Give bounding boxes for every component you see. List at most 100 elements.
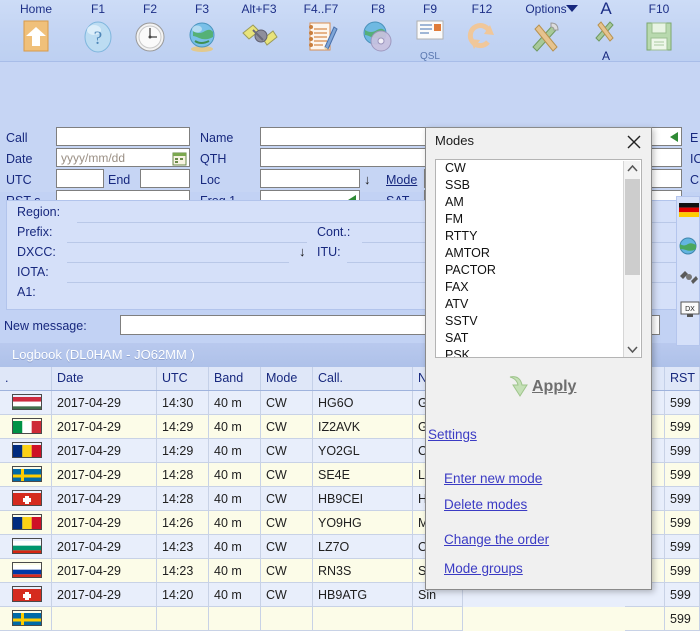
toolbar-button-f12[interactable]: F12	[456, 0, 508, 62]
close-icon[interactable]	[623, 132, 645, 152]
toolbar-key-f2: F2	[142, 2, 157, 16]
home-icon	[6, 19, 66, 61]
mode-item[interactable]: SAT	[436, 330, 641, 347]
delete-modes-link[interactable]: Delete modes	[444, 497, 527, 512]
info-row-a1: A1:	[17, 285, 36, 305]
cell-name_tail	[625, 607, 665, 631]
calendar-icon[interactable]	[172, 151, 187, 169]
save-disk-icon	[628, 19, 690, 61]
table-row[interactable]: 599	[0, 607, 700, 631]
toolbar-button-f3[interactable]: F3	[176, 0, 228, 62]
toolbar-button-f8[interactable]: F8	[352, 0, 404, 62]
toolbar-button-font[interactable]: A A	[584, 0, 628, 63]
date-input[interactable]: yyyy/mm/dd	[56, 148, 190, 167]
mode-item[interactable]: ATV	[436, 296, 641, 313]
change-order-link[interactable]: Change the order	[444, 532, 549, 547]
german-flag-icon[interactable]	[679, 203, 699, 223]
modes-listbox[interactable]: CW SSB AM FM RTTY AMTOR PACTOR FAX ATV SSTV SAT PSK	[435, 159, 642, 358]
enter-new-mode-link[interactable]: Enter new mode	[444, 471, 542, 486]
label-name: Name	[200, 131, 234, 145]
toolbar-button-f10[interactable]: F10	[628, 0, 690, 62]
label-call: Call	[6, 131, 28, 145]
info-label-iota: IOTA:	[17, 265, 49, 279]
info-label-cont: Cont.:	[317, 225, 351, 239]
toolbar-button-alt-f3[interactable]: Alt+F3	[228, 0, 290, 62]
column-header[interactable]: Call.	[313, 367, 413, 390]
modes-dialog-titlebar[interactable]: Modes	[426, 128, 651, 156]
mode-item[interactable]: SSB	[436, 177, 641, 194]
toolbar-button-options[interactable]: Options	[508, 0, 584, 62]
globe-icon[interactable]	[679, 237, 699, 257]
cell-band: 40 m	[209, 487, 261, 511]
call-input[interactable]	[56, 127, 190, 146]
info-label-prefix: Prefix:	[17, 225, 53, 239]
cell-call: HB9CEI	[313, 487, 413, 511]
info-label-dxcc: DXCC:	[17, 245, 56, 259]
scroll-down-icon[interactable]	[624, 341, 641, 357]
side-icon-strip: DX	[676, 196, 700, 346]
country-flag-icon	[0, 391, 52, 415]
label-right-0: E	[690, 131, 699, 145]
column-header[interactable]: .	[0, 367, 52, 390]
mode-item[interactable]: PSK	[436, 347, 641, 357]
column-header[interactable]: Mode	[261, 367, 313, 390]
label-utc: UTC	[6, 173, 32, 187]
cell-date: 2017-04-29	[52, 559, 157, 583]
mode-item[interactable]: AMTOR	[436, 245, 641, 262]
mode-item[interactable]: FM	[436, 211, 641, 228]
end-input[interactable]	[140, 169, 190, 188]
cell-utc: 14:23	[157, 559, 209, 583]
mode-groups-link[interactable]: Mode groups	[444, 561, 523, 576]
new-message-label: New message:	[4, 319, 87, 333]
country-flag-icon	[0, 511, 52, 535]
mode-item[interactable]: PACTOR	[436, 262, 641, 279]
mode-item[interactable]: FAX	[436, 279, 641, 296]
svg-text:?: ?	[94, 28, 102, 49]
spin-left-icon[interactable]	[670, 132, 678, 142]
cell-utc: 14:23	[157, 535, 209, 559]
cell-rst: 599	[665, 607, 700, 631]
down-arrow-icon[interactable]: ↓	[299, 244, 306, 259]
satellite-icon[interactable]	[679, 269, 699, 289]
cell-mode: CW	[261, 439, 313, 463]
cell-rst: 599	[665, 559, 700, 583]
label-loc: Loc	[200, 173, 221, 187]
chevron-down-icon[interactable]	[566, 5, 578, 12]
scrollbar-thumb[interactable]	[625, 179, 640, 275]
notepad-pencil-icon	[290, 19, 352, 61]
toolbar-button-home[interactable]: Home	[6, 0, 66, 62]
apply-button[interactable]: Apply	[426, 373, 651, 407]
column-header[interactable]: UTC	[157, 367, 209, 390]
globe-icon	[176, 19, 228, 61]
column-header[interactable]: Band	[209, 367, 261, 390]
cell-mode: CW	[261, 511, 313, 535]
date-placeholder: yyyy/mm/dd	[61, 151, 126, 165]
column-header[interactable]: Date	[52, 367, 157, 390]
mode-item[interactable]: AM	[436, 194, 641, 211]
cell-rst: 599	[665, 487, 700, 511]
cell-band: 40 m	[209, 583, 261, 607]
settings-link[interactable]: Settings	[428, 427, 477, 442]
mode-item[interactable]: CW	[436, 160, 641, 177]
utc-input[interactable]	[56, 169, 104, 188]
cell-band: 40 m	[209, 535, 261, 559]
loc-input[interactable]	[260, 169, 360, 188]
help-question-icon: ?	[72, 19, 124, 61]
toolbar-button-f4-f7[interactable]: F4..F7	[290, 0, 352, 62]
scroll-up-icon[interactable]	[624, 161, 641, 178]
info-row-dxcc: DXCC: ↓ ITU:	[17, 244, 677, 265]
modes-scrollbar[interactable]	[623, 161, 641, 357]
country-flag-icon	[0, 535, 52, 559]
dx-monitor-icon[interactable]: DX	[679, 301, 700, 321]
country-flag-icon	[0, 607, 52, 631]
down-arrow-icon[interactable]: ↓	[364, 172, 371, 187]
toolbar-button-f9[interactable]: F9 QSL	[404, 0, 456, 62]
toolbar-button-f1[interactable]: F1 ?	[72, 0, 124, 62]
toolbar-key-f4-f7: F4..F7	[303, 2, 339, 16]
info-label-itu: ITU:	[317, 245, 341, 259]
column-header[interactable]: RST	[665, 367, 700, 390]
info-row-prefix: Prefix: Cont.:	[17, 225, 677, 245]
mode-item[interactable]: SSTV	[436, 313, 641, 330]
toolbar-button-f2[interactable]: F2	[124, 0, 176, 62]
mode-item[interactable]: RTTY	[436, 228, 641, 245]
